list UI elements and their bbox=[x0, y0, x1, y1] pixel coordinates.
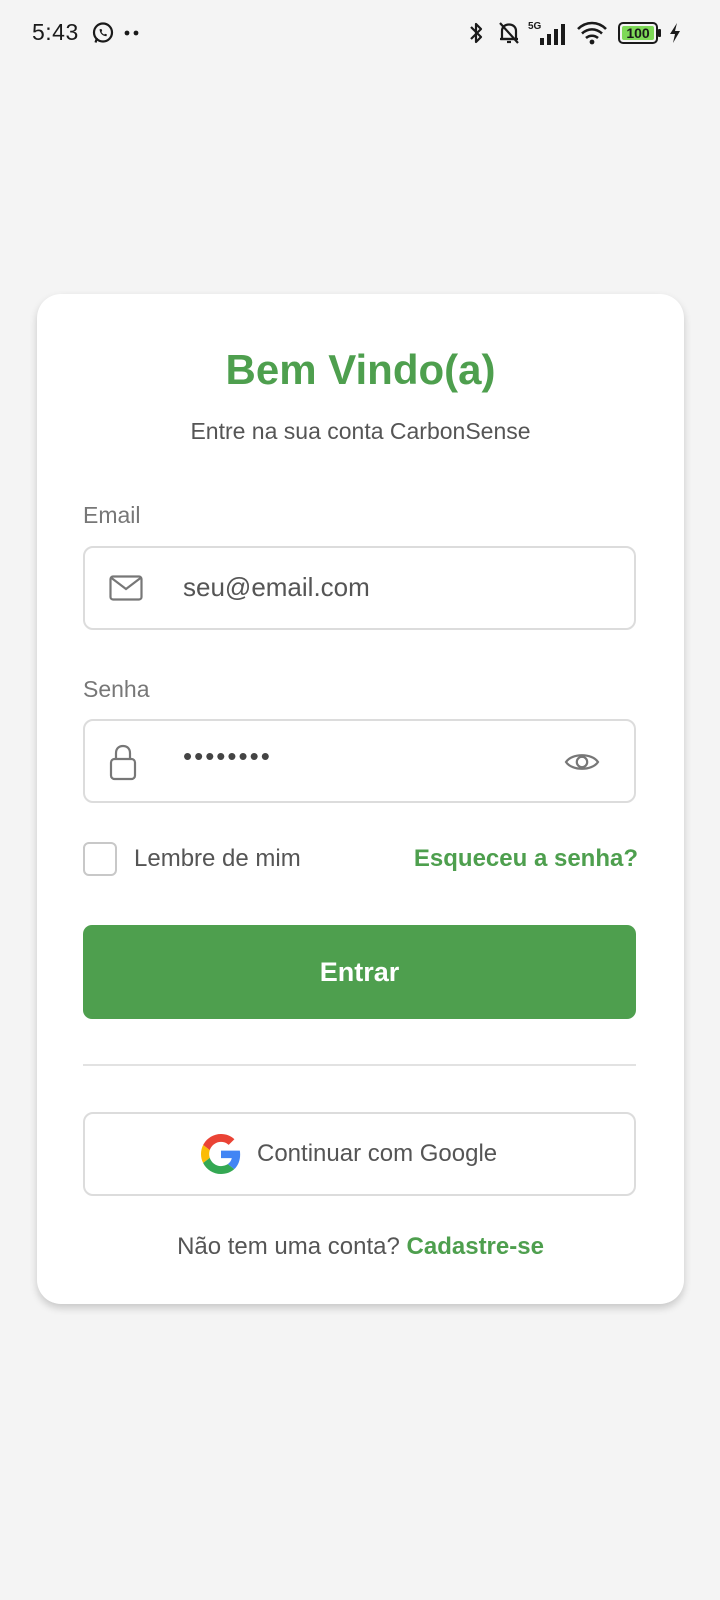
signup-link[interactable]: Cadastre-se bbox=[407, 1233, 544, 1260]
email-placeholder: seu@email.com bbox=[183, 572, 370, 602]
google-icon bbox=[201, 1134, 241, 1174]
charging-icon bbox=[670, 23, 680, 43]
status-time: 5:43 bbox=[32, 19, 79, 45]
password-value: •••••••• bbox=[183, 741, 272, 771]
page-subtitle: Entre na sua conta CarbonSense bbox=[190, 418, 531, 444]
signal-strength-icon bbox=[540, 24, 565, 45]
wifi-icon bbox=[577, 21, 607, 45]
bluetooth-icon bbox=[470, 22, 483, 44]
google-signin-button[interactable]: Continuar com Google bbox=[83, 1112, 636, 1196]
password-label: Senha bbox=[83, 676, 150, 702]
signup-row: Não tem uma conta? Cadastre-se bbox=[37, 1233, 684, 1261]
signup-prompt: Não tem uma conta? bbox=[177, 1233, 400, 1260]
more-notifications-icon bbox=[124, 30, 139, 36]
notifications-off-icon bbox=[499, 22, 519, 44]
email-label: Email bbox=[83, 502, 141, 528]
eye-icon[interactable] bbox=[564, 750, 600, 774]
google-button-label: Continuar com Google bbox=[257, 1140, 498, 1167]
battery-level: 100 bbox=[626, 25, 650, 41]
page-title: Bem Vindo(a) bbox=[225, 346, 496, 393]
remember-me-checkbox[interactable] bbox=[83, 842, 117, 876]
mail-icon bbox=[109, 575, 143, 601]
lock-icon bbox=[109, 744, 137, 781]
divider bbox=[83, 1064, 636, 1066]
email-field[interactable]: seu@email.com bbox=[83, 546, 636, 630]
status-bar: 5:43 5G 100 bbox=[0, 0, 720, 68]
login-card: Bem Vindo(a) Entre na sua conta CarbonSe… bbox=[37, 294, 684, 1304]
remember-me-label[interactable]: Lembre de mim bbox=[134, 845, 301, 873]
login-button[interactable]: Entrar bbox=[83, 925, 636, 1019]
whatsapp-notification-icon bbox=[92, 22, 114, 43]
password-field[interactable]: •••••••• bbox=[83, 719, 636, 803]
forgot-password-link[interactable]: Esqueceu a senha? bbox=[414, 845, 638, 873]
